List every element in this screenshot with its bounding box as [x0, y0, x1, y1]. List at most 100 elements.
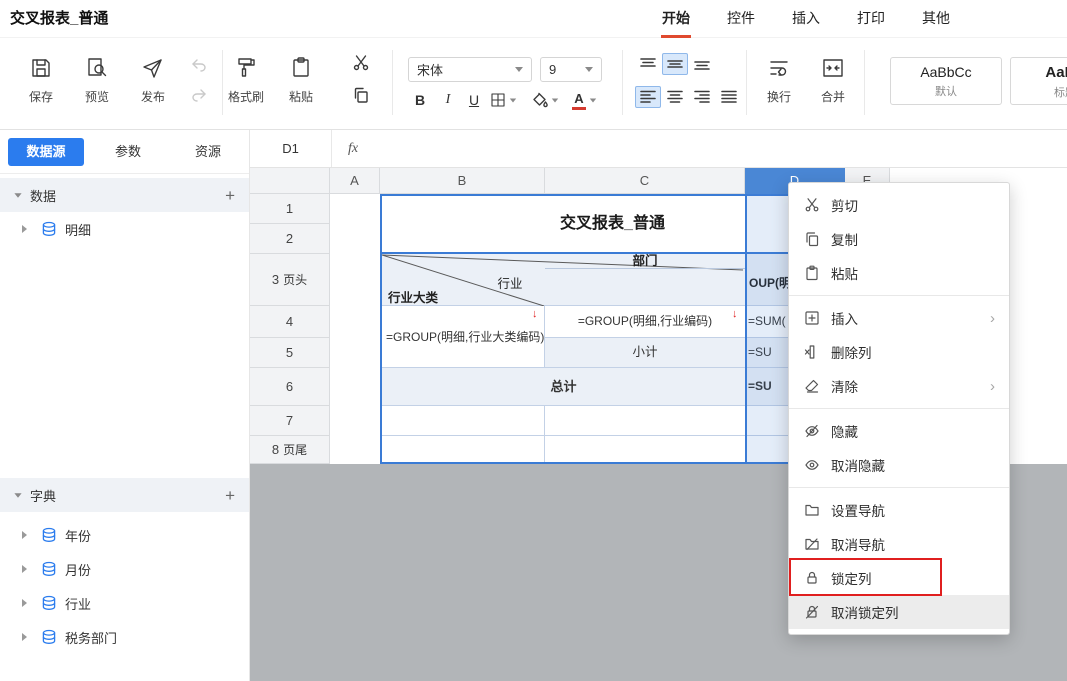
wrap-text-button[interactable]: 换行 — [756, 54, 802, 105]
database-icon — [41, 527, 57, 543]
chevron-down-icon — [590, 98, 596, 102]
cut-icon — [803, 197, 820, 214]
menu-divider — [789, 295, 1009, 296]
dict-section-header[interactable]: 字典 + — [0, 478, 249, 512]
cell-b7-empty[interactable] — [382, 406, 545, 436]
row-header-2[interactable]: 2 — [250, 224, 330, 254]
menu-item-cut[interactable]: 剪切 — [789, 188, 1009, 222]
chevron-right-icon — [22, 565, 27, 573]
panel-tabs: 数据源 参数 资源 — [0, 130, 249, 174]
tree-item-industry[interactable]: 行业 — [0, 586, 249, 620]
cell-c4-group-formula[interactable]: =GROUP(明细,行业编码) — [545, 306, 745, 338]
menu-item-insert[interactable]: 插入 › — [789, 301, 1009, 335]
paste-button[interactable]: 粘贴 — [278, 54, 324, 105]
cell-b4-group-formula[interactable]: =GROUP(明细,行业大类编码) — [382, 306, 545, 368]
menu-item-unhide[interactable]: 取消隐藏 — [789, 448, 1009, 482]
halign-center-button[interactable] — [662, 86, 688, 108]
menu-item-lock-column[interactable]: 锁定列 — [789, 561, 1009, 595]
font-family-select[interactable]: 宋体 — [408, 57, 532, 82]
tree-item-month[interactable]: 月份 — [0, 552, 249, 586]
add-data-button[interactable]: + — [225, 187, 235, 204]
add-dict-button[interactable]: + — [225, 487, 235, 504]
format-painter-icon — [232, 54, 260, 82]
cell-dept-header[interactable]: 部门 — [545, 254, 745, 269]
halign-left-button[interactable] — [635, 86, 661, 108]
font-color-button[interactable]: A — [572, 88, 597, 112]
font-size-select[interactable]: 9 — [540, 57, 602, 82]
clear-icon — [803, 378, 820, 395]
cell-c5-subtotal[interactable]: 小计 — [545, 338, 745, 368]
valign-bottom-button[interactable] — [689, 53, 715, 75]
tab-datasource[interactable]: 数据源 — [8, 138, 84, 166]
tab-other[interactable]: 其他 — [920, 0, 952, 38]
database-icon — [41, 629, 57, 645]
menu-item-cancel-navigation[interactable]: 取消导航 — [789, 527, 1009, 561]
row-header-7[interactable]: 7 — [250, 406, 330, 436]
menu-item-set-navigation[interactable]: 设置导航 — [789, 493, 1009, 527]
preview-button[interactable]: 预览 — [74, 54, 120, 105]
paste-icon — [803, 265, 820, 282]
chevron-down-icon — [515, 67, 523, 72]
column-header-c[interactable]: C — [545, 168, 745, 194]
tab-print[interactable]: 打印 — [855, 0, 887, 38]
undo-button[interactable] — [188, 54, 210, 76]
sort-arrow-b4: ↓ — [532, 308, 538, 320]
redo-button[interactable] — [188, 84, 210, 106]
column-header-b[interactable]: B — [380, 168, 545, 194]
chevron-right-icon — [22, 531, 27, 539]
style-default-card[interactable]: AaBbCc 默认 — [890, 57, 1002, 105]
font-color-swatch — [572, 107, 586, 110]
halign-right-button[interactable] — [689, 86, 715, 108]
row-header-6[interactable]: 6 — [250, 368, 330, 406]
column-header-a[interactable]: A — [330, 168, 380, 194]
underline-button[interactable]: U — [462, 88, 486, 112]
menu-item-copy[interactable]: 复制 — [789, 222, 1009, 256]
menu-item-unlock-column[interactable]: 取消锁定列 — [789, 595, 1009, 629]
menu-item-delete-column[interactable]: 删除列 — [789, 335, 1009, 369]
italic-button[interactable]: I — [436, 88, 460, 112]
cell-b6-total[interactable]: 总计 — [382, 368, 745, 406]
tree-item-tax-dept[interactable]: 税务部门 — [0, 620, 249, 654]
tree-item-detail[interactable]: 明细 — [0, 212, 249, 246]
report-table: 交叉报表_普通 部门 行业 行业大类 OUP(明细 =GROUP(明细,行业大类… — [380, 194, 845, 464]
row-header-5[interactable]: 5 — [250, 338, 330, 368]
valign-middle-button[interactable] — [662, 53, 688, 75]
wrap-text-icon — [765, 54, 793, 82]
save-button[interactable]: 保存 — [18, 54, 64, 105]
menu-item-hide[interactable]: 隐藏 — [789, 414, 1009, 448]
tree-item-year[interactable]: 年份 — [0, 518, 249, 552]
borders-button[interactable] — [490, 88, 517, 112]
diagonal-label-industry-category: 行业大类 — [388, 287, 438, 306]
menu-item-paste[interactable]: 粘贴 — [789, 256, 1009, 290]
row-header-4[interactable]: 4 — [250, 306, 330, 338]
left-panel: 数据源 参数 资源 数据 + 明细 字典 + 年份 月份 — [0, 130, 250, 681]
publish-button[interactable]: 发布 — [130, 54, 176, 105]
row-header-3[interactable]: 3页头 — [250, 254, 330, 306]
halign-justify-button[interactable] — [716, 86, 742, 108]
tab-home[interactable]: 开始 — [660, 0, 692, 38]
submenu-arrow-icon: › — [990, 379, 995, 394]
tab-widgets[interactable]: 控件 — [725, 0, 757, 38]
cross-header-row[interactable]: 部门 行业 行业大类 OUP(明细 — [382, 254, 843, 306]
menu-item-clear[interactable]: 清除 › — [789, 369, 1009, 403]
tab-parameters[interactable]: 参数 — [104, 138, 152, 166]
copy-button[interactable] — [350, 84, 372, 106]
valign-top-button[interactable] — [635, 53, 661, 75]
tab-insert[interactable]: 插入 — [790, 0, 822, 38]
cut-button[interactable] — [350, 52, 372, 74]
row-header-1[interactable]: 1 — [250, 194, 330, 224]
tab-resources[interactable]: 资源 — [184, 138, 232, 166]
cell-report-title[interactable]: 交叉报表_普通 — [382, 196, 843, 254]
cell-b8-empty[interactable] — [382, 436, 545, 462]
merge-cells-button[interactable]: 合并 — [810, 54, 856, 105]
style-title-card[interactable]: AaBb 标题 — [1010, 57, 1067, 105]
format-painter-button[interactable]: 格式刷 — [223, 54, 269, 105]
fx-icon[interactable]: fx — [348, 130, 358, 167]
corner-header[interactable] — [250, 168, 330, 194]
cell-c7-empty[interactable] — [545, 406, 745, 436]
bold-button[interactable]: B — [408, 88, 432, 112]
cell-reference-box[interactable]: D1 — [250, 130, 332, 167]
row-header-8[interactable]: 8页尾 — [250, 436, 330, 464]
fill-color-button[interactable] — [532, 88, 559, 112]
data-section-header[interactable]: 数据 + — [0, 178, 249, 212]
